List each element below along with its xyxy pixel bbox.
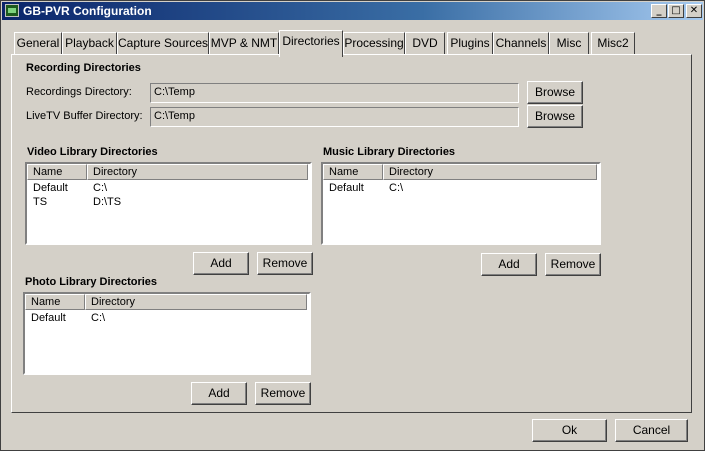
app-icon: [5, 4, 19, 17]
minimize-button[interactable]: _: [651, 4, 667, 18]
tab-misc2[interactable]: Misc2: [591, 32, 635, 54]
close-button[interactable]: ✕: [686, 4, 702, 18]
window-title: GB-PVR Configuration: [23, 4, 152, 18]
maximize-button[interactable]: □: [668, 4, 684, 18]
tab-general[interactable]: General: [14, 32, 62, 54]
tab-channels[interactable]: Channels: [493, 32, 549, 54]
directories-panel: [11, 54, 692, 413]
tab-plugins[interactable]: Plugins: [447, 32, 493, 54]
tab-dvd[interactable]: DVD: [405, 32, 445, 54]
ok-button[interactable]: Ok: [532, 419, 607, 442]
cancel-button[interactable]: Cancel: [615, 419, 688, 442]
tab-capture-sources[interactable]: Capture Sources: [117, 32, 209, 54]
tab-playback[interactable]: Playback: [62, 32, 117, 54]
tab-directories[interactable]: Directories: [279, 30, 343, 57]
config-window: GB-PVR Configuration _ □ ✕ General Playb…: [0, 0, 705, 451]
title-bar[interactable]: GB-PVR Configuration _ □ ✕: [2, 2, 703, 20]
tab-processing[interactable]: Processing: [343, 32, 405, 54]
tab-mvp-nmt[interactable]: MVP & NMT: [209, 32, 279, 54]
tab-misc[interactable]: Misc: [549, 32, 589, 54]
